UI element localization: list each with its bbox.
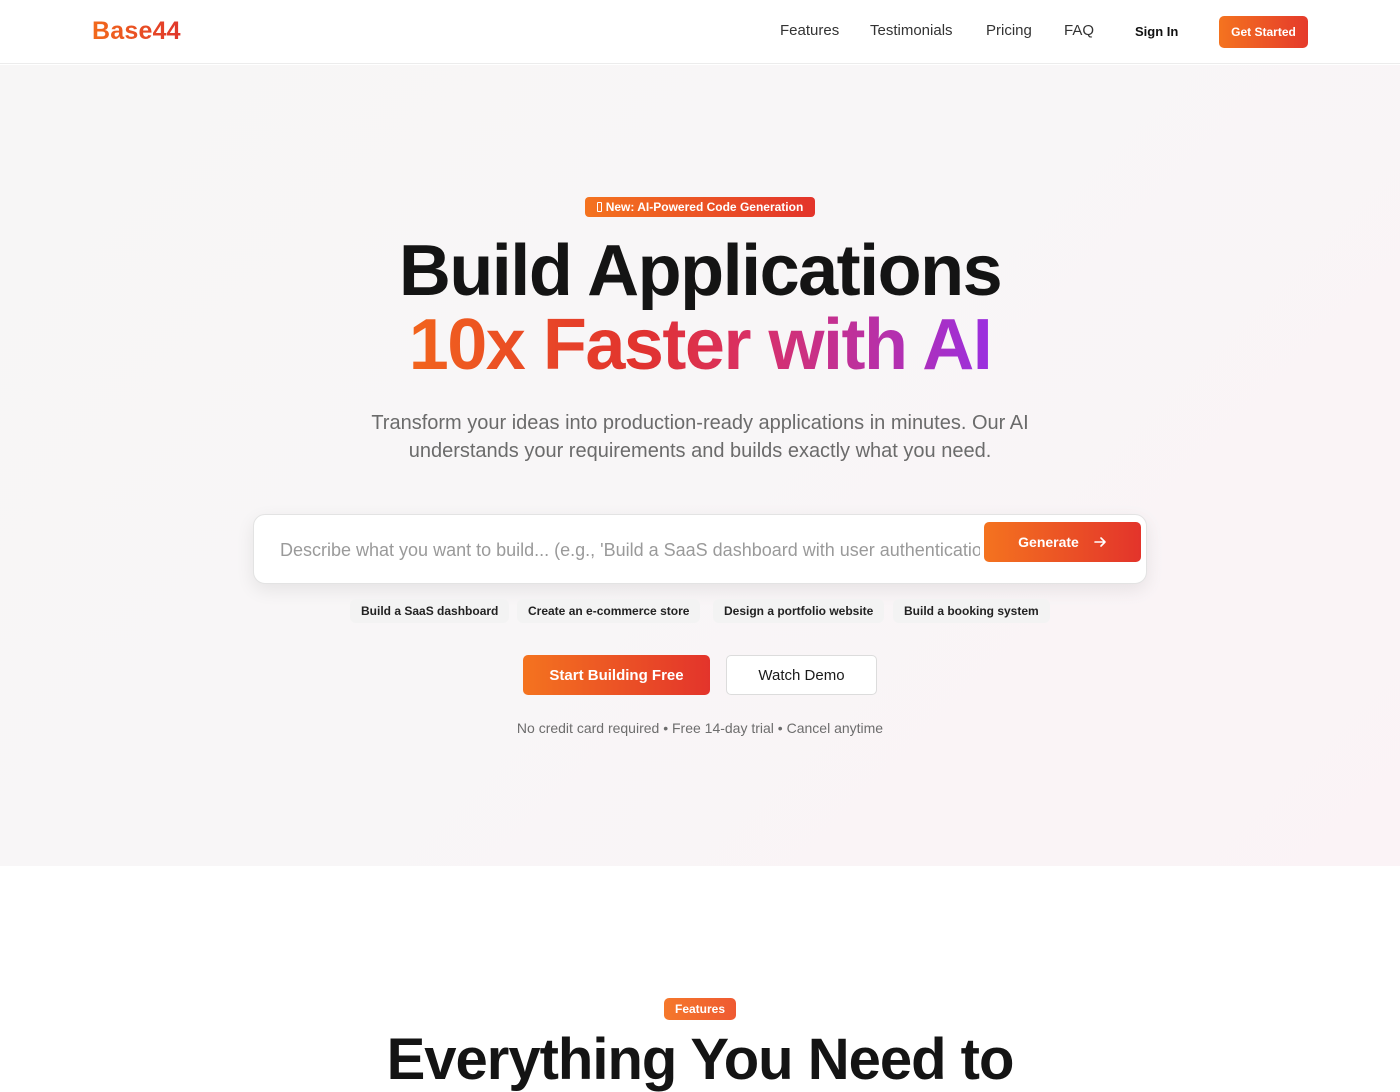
hero-subtitle: Transform your ideas into production-rea… bbox=[371, 412, 1029, 462]
suggestion-chip-ecommerce[interactable]: Create an e-commerce store bbox=[517, 599, 701, 623]
suggestion-chip-saas[interactable]: Build a SaaS dashboard bbox=[350, 599, 510, 623]
arrow-right-icon bbox=[1093, 535, 1107, 549]
nav-link-faq[interactable]: FAQ bbox=[1064, 22, 1094, 39]
get-started-button[interactable]: Get Started bbox=[1219, 16, 1308, 48]
generate-button[interactable]: Generate bbox=[984, 522, 1141, 562]
suggestion-chip-portfolio[interactable]: Design a portfolio website bbox=[713, 599, 885, 623]
sparkle-icon bbox=[596, 202, 602, 212]
trial-note: No credit card required • Free 14-day tr… bbox=[516, 720, 884, 736]
top-nav: Base44 Features Testimonials Pricing FAQ… bbox=[0, 0, 1400, 64]
nav-link-pricing[interactable]: Pricing bbox=[986, 22, 1032, 39]
hero-section: New: AI-Powered Code Generation Build Ap… bbox=[0, 65, 1400, 866]
generate-label: Generate bbox=[1018, 534, 1079, 550]
nav-link-features[interactable]: Features bbox=[780, 22, 839, 39]
nav-link-testimonials[interactable]: Testimonials bbox=[870, 22, 953, 39]
start-building-button[interactable]: Start Building Free bbox=[523, 655, 710, 695]
suggestion-chip-booking[interactable]: Build a booking system bbox=[893, 599, 1050, 623]
prompt-box: Generate bbox=[253, 514, 1147, 584]
sign-in-button[interactable]: Sign In bbox=[1135, 24, 1178, 39]
prompt-input[interactable] bbox=[278, 533, 982, 567]
new-feature-badge: New: AI-Powered Code Generation bbox=[585, 197, 815, 217]
badge-label: New: AI-Powered Code Generation bbox=[605, 200, 804, 214]
features-badge: Features bbox=[664, 998, 736, 1020]
hero-title-line2: 10x Faster with AI bbox=[0, 309, 1400, 381]
hero-title-line1: Build Applications bbox=[398, 231, 1003, 311]
features-title: Everything You Need to bbox=[386, 1027, 1015, 1092]
watch-demo-button[interactable]: Watch Demo bbox=[726, 655, 877, 695]
logo[interactable]: Base44 bbox=[92, 17, 181, 46]
hero-title-gradient: 10x Faster with AI bbox=[408, 305, 993, 385]
